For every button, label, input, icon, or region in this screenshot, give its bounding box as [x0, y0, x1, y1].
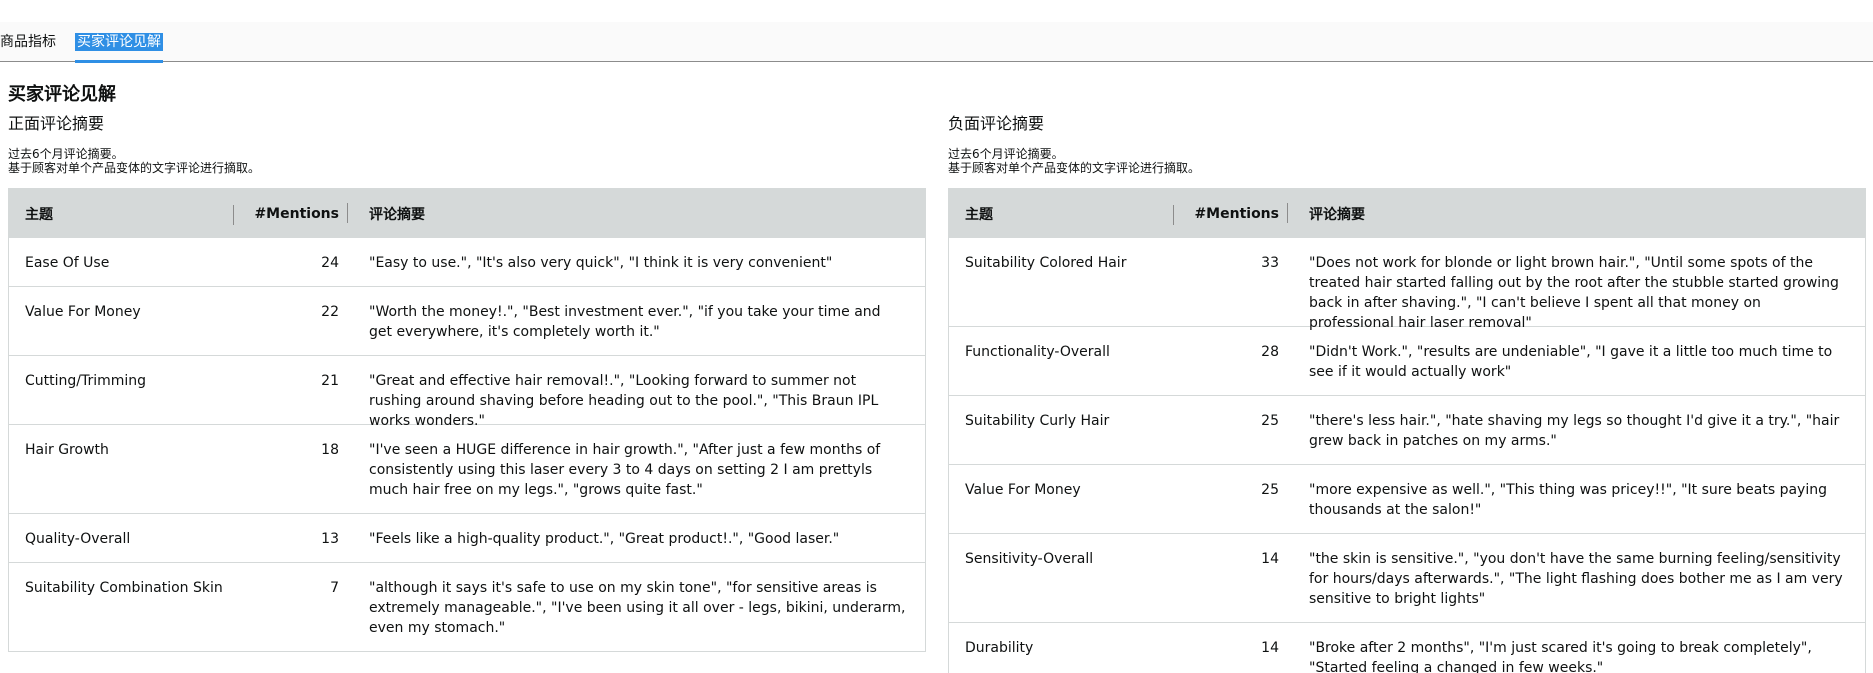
column-header-topic: 主题: [965, 206, 993, 223]
column-header-mentions: #Mentions: [233, 204, 347, 225]
row-summary: "more expensive as well.", "This thing w…: [1309, 482, 1827, 518]
row-mentions: 7: [330, 580, 339, 596]
column-header-mentions-label: #Mentions: [254, 205, 339, 222]
row-topic: Value For Money: [965, 482, 1081, 498]
row-mentions: 25: [1261, 482, 1279, 498]
table-row: Suitability Colored Hair 33 "Does not wo…: [949, 238, 1865, 331]
column-header-topic: 主题: [25, 206, 53, 223]
table-row: Functionality-Overall 28 "Didn't Work.",…: [949, 327, 1865, 396]
page-title: 买家评论见解: [8, 84, 116, 105]
table-row: Cutting/Trimming 21 "Great and effective…: [9, 356, 925, 429]
column-separator: [347, 202, 348, 223]
column-header-summary-label: 评论摘要: [369, 206, 425, 223]
note-period: 过去6个月评论摘要。: [8, 147, 124, 161]
row-summary: "Worth the money!.", "Best investment ev…: [369, 304, 881, 340]
row-topic: Suitability Colored Hair: [965, 255, 1127, 271]
row-mentions: 18: [321, 442, 339, 458]
negative-review-panel: 负面评论摘要 过去6个月评论摘要。 基于顾客对单个产品变体的文字评论进行摘取。 …: [948, 112, 1866, 673]
positive-summary-note: 过去6个月评论摘要。 基于顾客对单个产品变体的文字评论进行摘取。: [8, 147, 926, 175]
row-mentions: 14: [1261, 640, 1279, 656]
table-row: Quality-Overall 13 "Feels like a high-qu…: [9, 514, 925, 563]
column-separator: [1173, 204, 1174, 225]
row-topic: Functionality-Overall: [965, 344, 1110, 360]
row-mentions: 21: [321, 373, 339, 389]
table-row: Suitability Combination Skin 7 "although…: [9, 563, 925, 652]
note-basis: 基于顾客对单个产品变体的文字评论进行摘取。: [948, 161, 1201, 175]
negative-summary-note: 过去6个月评论摘要。 基于顾客对单个产品变体的文字评论进行摘取。: [948, 147, 1866, 175]
table-header: 主题 #Mentions 评论摘要: [949, 189, 1865, 238]
positive-review-table: 主题 #Mentions 评论摘要 Ease Of Use 24 "Easy t…: [8, 188, 926, 652]
row-topic: Value For Money: [25, 304, 141, 320]
negative-review-table: 主题 #Mentions 评论摘要 Suitability Colored Ha…: [948, 188, 1866, 673]
row-mentions: 14: [1261, 551, 1279, 567]
row-summary: "the skin is sensitive.", "you don't hav…: [1309, 551, 1843, 607]
table-row: Value For Money 22 "Worth the money!.", …: [9, 287, 925, 356]
tab-bar: 商品指标 买家评论见解: [0, 22, 1873, 63]
row-summary: "although it says it's safe to use on my…: [369, 580, 906, 636]
row-topic: Suitability Curly Hair: [965, 413, 1110, 429]
column-header-mentions: #Mentions: [1173, 204, 1287, 225]
tab-review-insights[interactable]: 买家评论见解: [75, 33, 163, 51]
row-mentions: 33: [1261, 255, 1279, 271]
column-separator: [1287, 202, 1288, 223]
tab-product-metrics[interactable]: 商品指标: [0, 33, 56, 51]
negative-summary-heading: 负面评论摘要: [948, 114, 1045, 133]
note-period: 过去6个月评论摘要。: [948, 147, 1064, 161]
row-topic: Ease Of Use: [25, 255, 110, 271]
column-header-summary-label: 评论摘要: [1309, 206, 1365, 223]
row-mentions: 24: [321, 255, 339, 271]
row-summary: "Great and effective hair removal!.", "L…: [369, 373, 879, 429]
row-mentions: 25: [1261, 413, 1279, 429]
row-summary: "Does not work for blonde or light brown…: [1309, 255, 1839, 331]
note-basis: 基于顾客对单个产品变体的文字评论进行摘取。: [8, 161, 261, 175]
table-header: 主题 #Mentions 评论摘要: [9, 189, 925, 238]
table-row: Ease Of Use 24 "Easy to use.", "It's als…: [9, 238, 925, 287]
table-row: Suitability Curly Hair 25 "there's less …: [949, 396, 1865, 465]
row-mentions: 22: [321, 304, 339, 320]
row-summary: "Easy to use.", "It's also very quick", …: [369, 255, 833, 271]
row-summary: "Broke after 2 months", "I'm just scared…: [1309, 640, 1812, 673]
positive-summary-heading: 正面评论摘要: [8, 114, 105, 133]
row-summary: "Feels like a high-quality product.", "G…: [369, 531, 840, 547]
column-header-mentions-label: #Mentions: [1194, 205, 1279, 222]
row-topic: Hair Growth: [25, 442, 109, 458]
row-topic: Sensitivity-Overall: [965, 551, 1094, 567]
row-summary: "there's less hair.", "hate shaving my l…: [1309, 413, 1840, 449]
row-mentions: 13: [321, 531, 339, 547]
row-mentions: 28: [1261, 344, 1279, 360]
table-row: Durability 14 "Broke after 2 months", "I…: [949, 623, 1865, 673]
table-row: Sensitivity-Overall 14 "the skin is sens…: [949, 534, 1865, 623]
row-summary: "I've seen a HUGE difference in hair gro…: [369, 442, 881, 498]
active-tab-indicator: [75, 60, 163, 63]
positive-review-panel: 正面评论摘要 过去6个月评论摘要。 基于顾客对单个产品变体的文字评论进行摘取。 …: [8, 112, 926, 652]
table-row: Value For Money 25 "more expensive as we…: [949, 465, 1865, 534]
row-topic: Cutting/Trimming: [25, 373, 147, 389]
row-topic: Suitability Combination Skin: [25, 580, 223, 596]
table-row: Hair Growth 18 "I've seen a HUGE differe…: [9, 425, 925, 514]
row-topic: Durability: [965, 640, 1034, 656]
column-separator: [233, 204, 234, 225]
row-summary: "Didn't Work.", "results are undeniable"…: [1309, 344, 1833, 380]
row-topic: Quality-Overall: [25, 531, 131, 547]
column-header-summary: 评论摘要: [1287, 202, 1865, 224]
column-header-summary: 评论摘要: [347, 202, 925, 224]
